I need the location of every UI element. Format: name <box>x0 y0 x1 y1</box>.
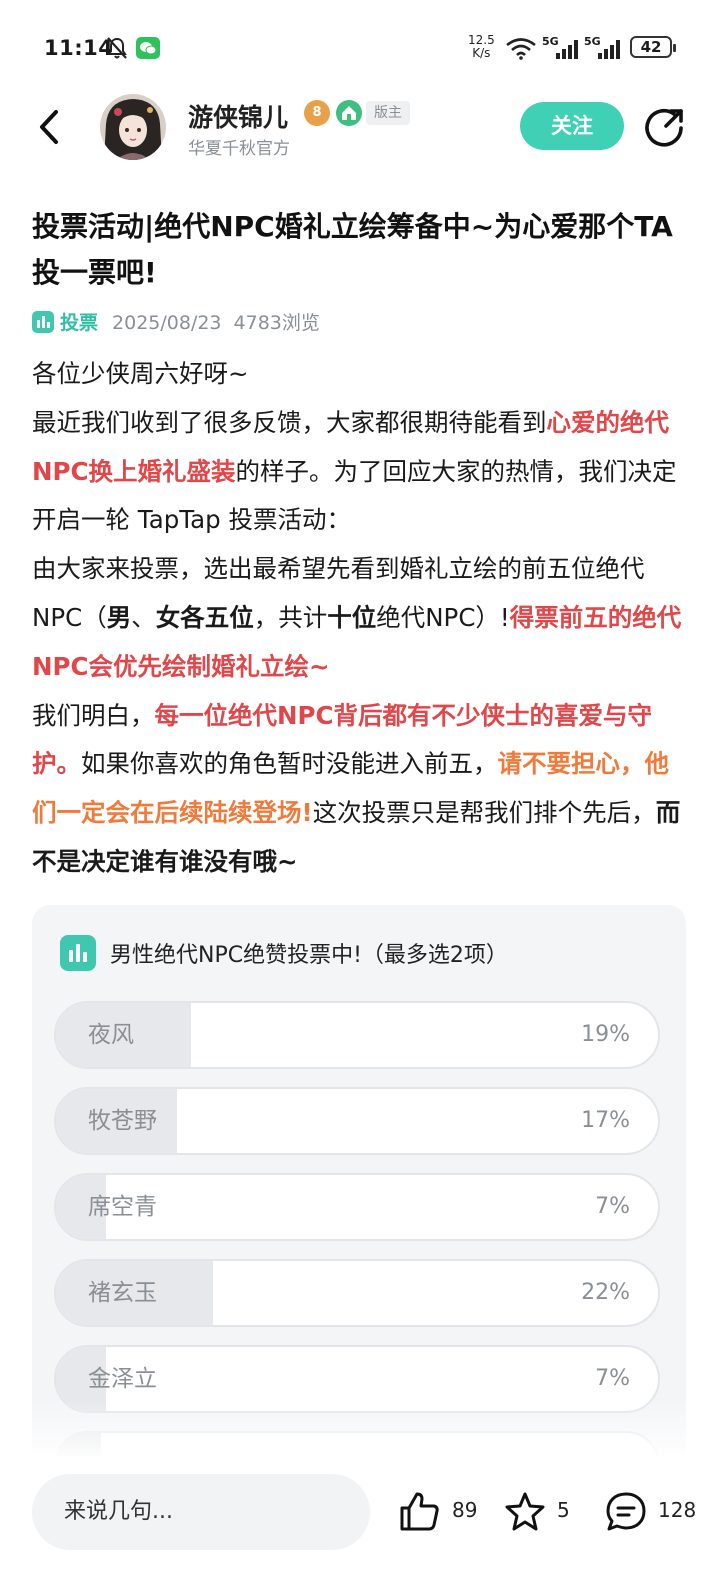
status-time: 11:14 <box>44 36 114 60</box>
text-run: 如果你喜欢的角色暂时没能进入前五， <box>81 749 498 779</box>
poll-option[interactable]: 牧苍野 17% <box>54 1087 660 1155</box>
poll-option-percent: 22% <box>581 1280 630 1305</box>
comment-input[interactable]: 来说几句... <box>32 1474 370 1550</box>
follow-button[interactable]: 关注 <box>520 102 624 150</box>
text-run: 最近我们收到了很多反馈，大家都很期待能看到 <box>32 407 547 437</box>
poll-option-percent: 7% <box>595 1194 630 1219</box>
poll-chart-icon <box>60 935 96 971</box>
net-speed: 12.5 K/s <box>468 34 495 60</box>
bold-text: 男 <box>106 602 132 632</box>
post-title: 投票活动|绝代NPC婚礼立绘筹备中~为心爱那个TA投一票吧! <box>32 210 673 289</box>
poll-option-name: 席空青 <box>88 1194 157 1220</box>
level-badge: 8 <box>304 100 330 126</box>
signal-1: 5G <box>542 35 582 61</box>
paragraph-rules: 由大家来投票，选出最希望先看到婚礼立绘的前五位绝代NPC（男、女各五位，共计十位… <box>32 545 688 691</box>
poll-option[interactable]: 夜风 19% <box>54 1001 660 1069</box>
comment-bubble-icon <box>606 1492 646 1531</box>
poll-option[interactable]: 褚玄玉 22% <box>54 1259 660 1327</box>
poll-option-name: 牧苍野 <box>88 1108 157 1134</box>
bold-text: 十位 <box>327 602 377 632</box>
post-type-label[interactable]: 投票 <box>60 312 98 334</box>
post-meta: 投票 2025/08/23 4783浏览 <box>32 308 320 338</box>
like-button[interactable]: 89 <box>398 1490 482 1534</box>
bold-text: 女各五位 <box>155 602 254 632</box>
comment-count: 128 <box>658 1498 697 1522</box>
mute-bell-icon <box>107 37 127 59</box>
wifi-icon <box>506 38 536 60</box>
poll-option[interactable]: 席空青 7% <box>54 1173 660 1241</box>
post-body: 各位少侠周六好呀~ 最近我们收到了很多反馈，大家都很期待能看到心爱的绝代NPC换… <box>32 350 688 887</box>
poll-option-name: 夜风 <box>88 1022 134 1048</box>
wechat-icon <box>136 37 160 59</box>
vote-type-icon <box>32 311 54 333</box>
text-run: ，共计 <box>253 602 328 632</box>
back-arrow-icon[interactable] <box>34 106 64 148</box>
poll-title: 男性绝代NPC绝赞投票中!（最多选2项） <box>110 943 508 968</box>
battery-indicator: 42 <box>630 36 676 58</box>
text-run: 绝代NPC）! <box>376 602 510 632</box>
like-count: 89 <box>452 1498 478 1522</box>
scroll-fade <box>0 1400 720 1456</box>
text-run: 这次投票只是帮我们排个先后， <box>312 798 656 828</box>
signal-bars-icon <box>598 40 620 59</box>
text-run: 我们明白， <box>32 700 155 730</box>
moderator-badge: 版主 <box>366 101 410 125</box>
post-date: 2025/08/23 <box>112 312 222 334</box>
signal-bars-icon <box>556 40 578 59</box>
author-name[interactable]: 游侠锦儿 <box>188 98 288 134</box>
author-avatar[interactable] <box>100 94 166 160</box>
comment-button[interactable]: 128 <box>604 1490 700 1534</box>
net-speed-unit: K/s <box>472 46 491 60</box>
post-header: 游侠锦儿 8 版主 华夏千秋官方 关注 <box>0 92 720 164</box>
paragraph-intro: 最近我们收到了很多反馈，大家都很期待能看到心爱的绝代NPC换上婚礼盛装的样子。为… <box>32 399 688 545</box>
thumbs-up-icon <box>400 1492 439 1531</box>
poll-option-percent: 19% <box>581 1022 630 1047</box>
text-run: 、 <box>131 602 156 632</box>
author-subtitle: 华夏千秋官方 <box>188 139 290 159</box>
signal-2: 5G <box>584 35 624 61</box>
favorite-count: 5 <box>557 1498 570 1522</box>
poll-option-name: 褚玄玉 <box>88 1280 157 1306</box>
bottom-action-bar: 来说几句... 89 5 128 <box>0 1456 720 1575</box>
status-bar: 11:14 12.5 K/s 5G 5G 42 <box>0 0 720 92</box>
paragraph-greeting: 各位少侠周六好呀~ <box>32 359 249 388</box>
official-house-icon <box>336 100 362 126</box>
paragraph-note: 我们明白，每一位绝代NPC背后都有不少侠士的喜爱与守护。如果你喜欢的角色暂时没能… <box>32 692 688 887</box>
post-views: 4783浏览 <box>233 312 320 334</box>
star-icon <box>505 1492 545 1531</box>
favorite-button[interactable]: 5 <box>503 1490 573 1534</box>
poll-option-percent: 17% <box>581 1108 630 1133</box>
share-icon[interactable] <box>644 106 686 148</box>
